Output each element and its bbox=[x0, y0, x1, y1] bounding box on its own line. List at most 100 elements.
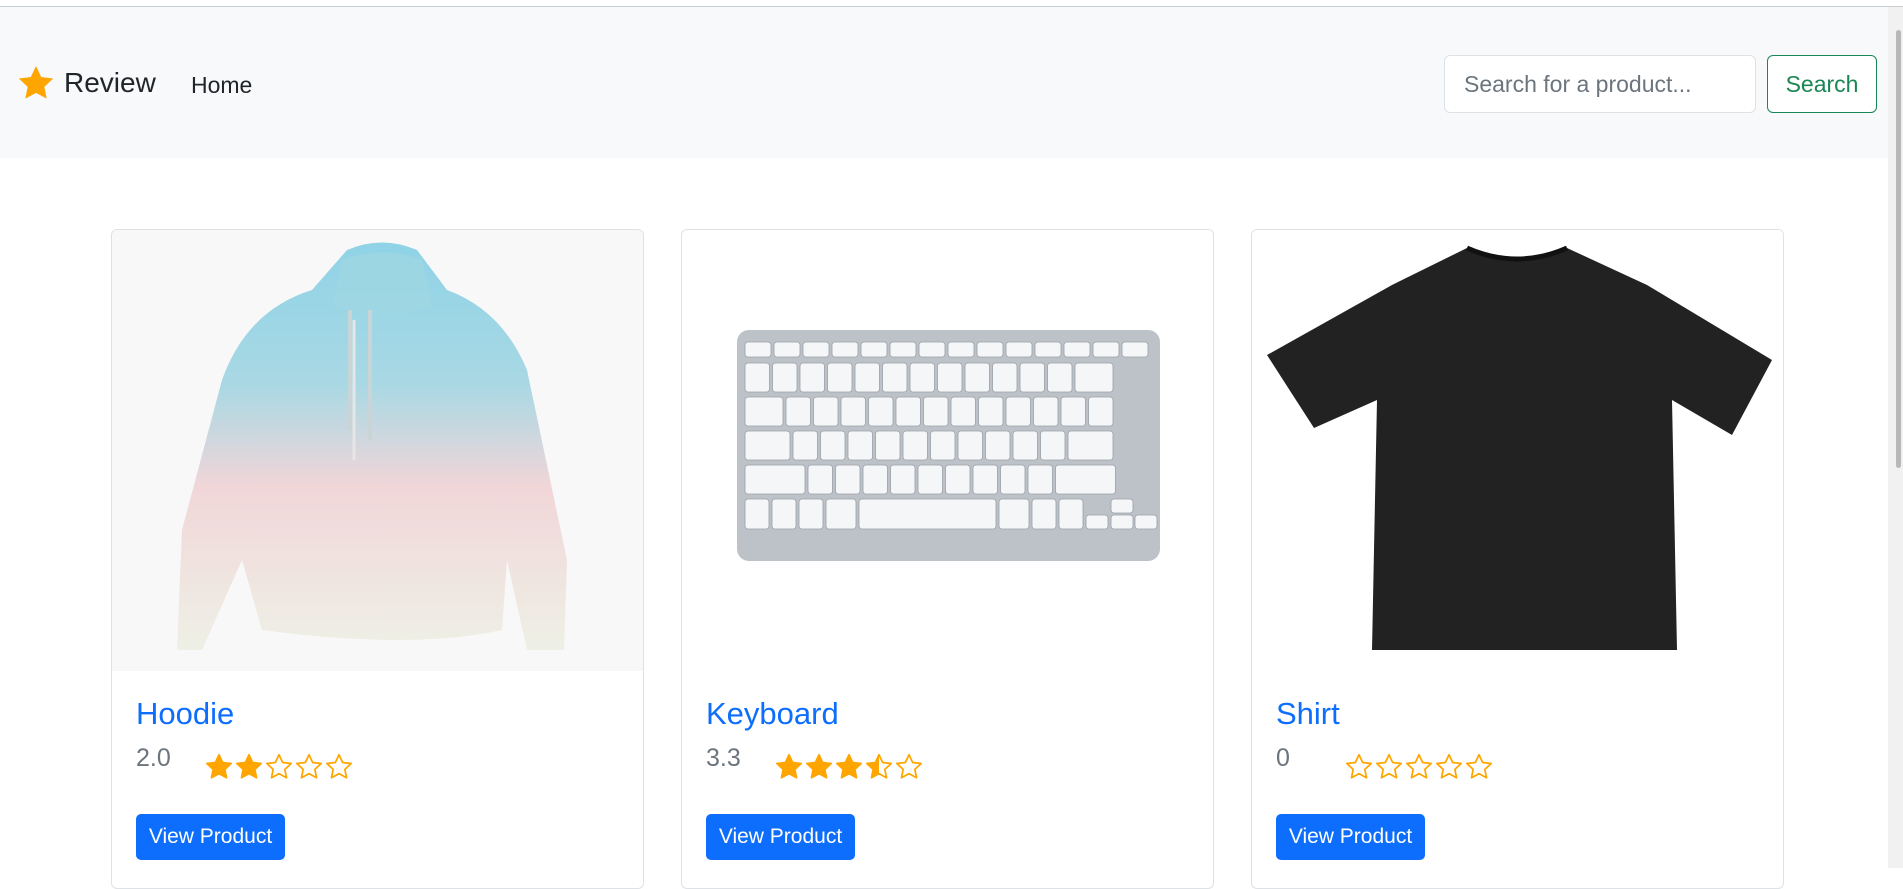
keyboard-key bbox=[1031, 498, 1057, 530]
keyboard-key bbox=[799, 362, 825, 393]
keyboard-key bbox=[860, 341, 888, 358]
product-title[interactable]: Hoodie bbox=[136, 696, 234, 732]
shirt-image bbox=[1252, 230, 1783, 671]
scrollbar-thumb[interactable] bbox=[1896, 30, 1901, 468]
keyboard-key bbox=[875, 430, 901, 461]
keyboard-key bbox=[917, 464, 943, 495]
keyboard-key bbox=[772, 362, 798, 393]
keyboard-key bbox=[831, 341, 859, 358]
star-empty-icon bbox=[896, 753, 922, 779]
star-empty-icon bbox=[1466, 753, 1492, 779]
star-half-icon bbox=[866, 753, 892, 779]
rating-row: 2.0 bbox=[136, 744, 354, 782]
keyboard-key bbox=[813, 396, 839, 427]
rating-value: 2.0 bbox=[136, 744, 171, 772]
rating-value: 0 bbox=[1276, 744, 1290, 772]
search-input[interactable] bbox=[1444, 55, 1756, 113]
keyboard-key bbox=[947, 341, 975, 358]
keyboard-key bbox=[992, 362, 1018, 393]
keyboard-key bbox=[827, 362, 853, 393]
keyboard-key bbox=[976, 341, 1004, 358]
keyboard-key bbox=[882, 362, 908, 393]
keyboard-key bbox=[945, 464, 971, 495]
keyboard-key bbox=[1000, 464, 1026, 495]
keyboard-key bbox=[957, 430, 983, 461]
product-title[interactable]: Keyboard bbox=[706, 696, 839, 732]
keyboard-key bbox=[868, 396, 894, 427]
keyboard-key bbox=[847, 430, 873, 461]
keyboard-key bbox=[744, 396, 784, 427]
keyboard-key bbox=[1074, 362, 1114, 393]
keyboard-key bbox=[998, 498, 1030, 530]
keyboard-key bbox=[889, 341, 917, 358]
keyboard-key bbox=[1047, 362, 1073, 393]
keyboard-image bbox=[682, 230, 1213, 671]
keyboard-key bbox=[1005, 341, 1033, 358]
keyboard-key bbox=[858, 498, 997, 530]
keyboard-key bbox=[825, 498, 857, 530]
keyboard-key bbox=[1088, 396, 1114, 427]
star-empty-icon bbox=[1406, 753, 1432, 779]
star-full-icon bbox=[806, 753, 832, 779]
keyboard-key bbox=[972, 464, 998, 495]
keyboard-key bbox=[1033, 396, 1059, 427]
keyboard-key bbox=[937, 362, 963, 393]
view-product-button[interactable]: View Product bbox=[1276, 814, 1425, 860]
star-empty-icon bbox=[1436, 753, 1462, 779]
star-empty-icon bbox=[266, 753, 292, 779]
keyboard-key bbox=[890, 464, 916, 495]
star-empty-icon bbox=[1346, 753, 1372, 779]
view-product-button[interactable]: View Product bbox=[706, 814, 855, 860]
rating-row: 3.3 bbox=[706, 744, 924, 782]
star-logo-icon bbox=[18, 66, 54, 99]
keyboard-key bbox=[1110, 498, 1134, 514]
star-full-icon bbox=[776, 753, 802, 779]
keyboard-key bbox=[854, 362, 880, 393]
keyboard-key bbox=[895, 396, 921, 427]
star-rating bbox=[1344, 752, 1494, 782]
keyboard-key bbox=[792, 430, 818, 461]
keyboard-key bbox=[862, 464, 888, 495]
keyboard-key bbox=[978, 396, 1004, 427]
star-full-icon bbox=[236, 753, 262, 779]
keyboard-key bbox=[1063, 341, 1091, 358]
keyboard-key bbox=[1005, 396, 1031, 427]
keyboard-key bbox=[923, 396, 949, 427]
keyboard-key bbox=[835, 464, 861, 495]
keyboard-key bbox=[1110, 514, 1134, 530]
keyboard-key bbox=[1092, 341, 1120, 358]
search-button[interactable]: Search bbox=[1767, 55, 1877, 113]
keyboard-key bbox=[798, 498, 824, 530]
product-card: Hoodie 2.0 View Product bbox=[111, 229, 644, 889]
keyboard-key bbox=[964, 362, 990, 393]
keyboard-key bbox=[840, 396, 866, 427]
star-rating bbox=[204, 752, 354, 782]
keyboard-key bbox=[909, 362, 935, 393]
hoodie-image bbox=[112, 230, 643, 671]
product-card: Keyboard 3.3 View Product bbox=[681, 229, 1214, 889]
rating-row: 0 bbox=[1276, 744, 1494, 782]
keyboard-key bbox=[1019, 362, 1045, 393]
keyboard-key bbox=[1034, 341, 1062, 358]
keyboard-key bbox=[1060, 396, 1086, 427]
keyboard-key bbox=[902, 430, 928, 461]
keyboard-key bbox=[820, 430, 846, 461]
brand-link[interactable]: Review bbox=[16, 63, 156, 103]
keyboard-key bbox=[744, 498, 770, 530]
keyboard-key bbox=[1027, 464, 1053, 495]
star-empty-icon bbox=[1376, 753, 1402, 779]
brand-text: Review bbox=[64, 67, 156, 98]
keyboard-key bbox=[785, 396, 811, 427]
view-product-button[interactable]: View Product bbox=[136, 814, 285, 860]
star-rating bbox=[774, 752, 924, 782]
product-title[interactable]: Shirt bbox=[1276, 696, 1340, 732]
star-full-icon bbox=[206, 753, 232, 779]
star-empty-icon bbox=[296, 753, 322, 779]
keyboard-key bbox=[802, 341, 830, 358]
keyboard-key bbox=[985, 430, 1011, 461]
star-empty-icon bbox=[326, 753, 352, 779]
keyboard-key bbox=[744, 362, 770, 393]
nav-home-link[interactable]: Home bbox=[191, 72, 252, 99]
keyboard-key bbox=[1058, 498, 1084, 530]
star-full-icon bbox=[836, 753, 862, 779]
